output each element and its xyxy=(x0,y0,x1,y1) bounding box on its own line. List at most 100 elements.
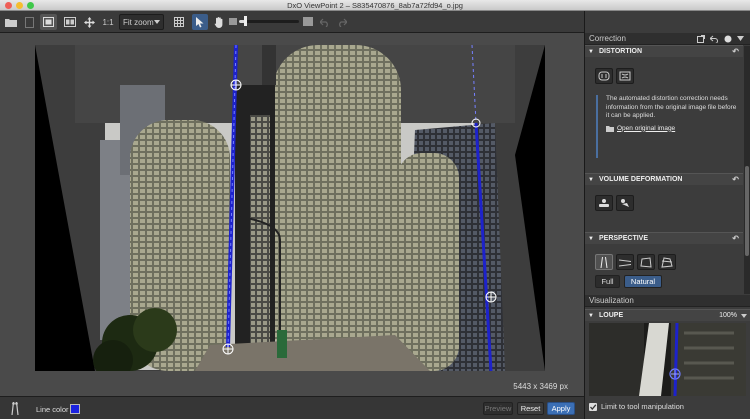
perspective-full-button[interactable]: Full xyxy=(595,275,620,288)
reset-all-icon[interactable] xyxy=(710,35,718,43)
preview-button[interactable]: Preview xyxy=(483,402,513,415)
open-folder-button[interactable] xyxy=(4,14,18,30)
expand-triangle-icon: ▼ xyxy=(588,236,594,242)
undo-icon xyxy=(320,18,328,27)
photo-preview[interactable] xyxy=(35,45,545,371)
visualization-panel-header: Visualization xyxy=(585,295,750,307)
window-title: DxO ViewPoint 2 – S835470876_8ab7a72fd94… xyxy=(287,1,463,10)
detach-icon[interactable] xyxy=(697,35,705,43)
split-view-button[interactable] xyxy=(61,14,78,30)
perspective-natural-button[interactable]: Natural xyxy=(624,275,662,288)
distortion-message: The automated distortion correction need… xyxy=(606,95,737,119)
grid-button[interactable] xyxy=(172,14,186,30)
photo-illustration xyxy=(35,45,545,371)
guide-handle-bottom-right[interactable] xyxy=(485,291,497,303)
eight-point-icon xyxy=(661,256,673,268)
volume-title: VOLUME DEFORMATION xyxy=(599,176,683,183)
apply-button[interactable]: Apply xyxy=(547,402,575,415)
select-tool-button[interactable] xyxy=(192,14,208,30)
distortion-fisheye-button[interactable] xyxy=(616,68,634,84)
reset-button[interactable]: Reset xyxy=(517,402,544,415)
loupe-zoom-value[interactable]: 100% xyxy=(719,310,737,322)
correction-panel: Correction ▼ DISTORTION ↶ The automated … xyxy=(584,11,750,419)
chevron-down-icon[interactable] xyxy=(741,314,747,318)
barrel-distortion-icon xyxy=(598,71,610,81)
rectangle-icon xyxy=(640,256,652,268)
redo-button[interactable] xyxy=(336,14,348,30)
move-button[interactable] xyxy=(82,14,96,30)
zoom-value: Fit zoom xyxy=(123,17,154,27)
perspective-tool-icon xyxy=(11,402,19,415)
distortion-section-header[interactable]: ▼ DISTORTION ↶ xyxy=(585,45,743,57)
expand-triangle-icon: ▼ xyxy=(588,49,594,55)
panel-scrollbar-thumb[interactable] xyxy=(745,166,749,256)
chevron-down-icon xyxy=(154,20,160,24)
fisheye-icon xyxy=(619,71,631,81)
volume-undo-icon[interactable]: ↶ xyxy=(732,174,739,186)
folder-icon xyxy=(5,19,17,27)
zoom-slider-thumb[interactable] xyxy=(244,16,247,26)
distortion-title: DISTORTION xyxy=(599,48,643,55)
image-dimensions: 5443 x 3469 px xyxy=(513,382,568,391)
perspective-horizontal-button[interactable] xyxy=(616,254,634,270)
distortion-barrel-button[interactable] xyxy=(595,68,613,84)
zoom-slider[interactable] xyxy=(239,16,299,26)
window-titlebar: DxO ViewPoint 2 – S835470876_8ab7a72fd94… xyxy=(0,0,750,11)
large-image-icon xyxy=(303,17,313,26)
volume-horizontal-button[interactable] xyxy=(595,195,613,211)
single-view-button[interactable] xyxy=(40,14,57,30)
grid-icon xyxy=(174,17,184,27)
zoom-select[interactable]: Fit zoom xyxy=(119,14,164,30)
vertical-lines-icon xyxy=(600,256,608,268)
bottom-bar: Line color Preview Reset Apply xyxy=(0,396,584,419)
expand-triangle-icon: ▼ xyxy=(588,313,594,319)
person-horizontal-icon xyxy=(599,199,609,207)
guide-handle-bottom-left[interactable] xyxy=(222,343,234,355)
checkmark-icon xyxy=(590,404,597,410)
person-diagonal-icon xyxy=(621,199,629,207)
expand-triangle-icon: ▼ xyxy=(588,177,594,183)
horizontal-lines-icon xyxy=(619,259,631,266)
image-canvas[interactable]: 5443 x 3469 px xyxy=(0,33,584,396)
line-color-swatch[interactable] xyxy=(70,404,80,414)
open-original-link[interactable]: Open original image xyxy=(617,125,675,134)
perspective-undo-icon[interactable]: ↶ xyxy=(732,233,739,245)
single-view-icon xyxy=(43,17,54,27)
redo-icon xyxy=(339,18,347,27)
folder-icon xyxy=(606,126,614,133)
visualization-title: Visualization xyxy=(589,296,634,305)
limit-label: Limit to tool manipulation xyxy=(601,402,684,411)
perspective-title: PERSPECTIVE xyxy=(599,235,649,242)
correction-title: Correction xyxy=(589,34,626,43)
loupe-view[interactable] xyxy=(589,323,746,396)
perspective-vertical-button[interactable] xyxy=(595,254,613,270)
hand-tool-button[interactable] xyxy=(212,14,226,30)
volume-section-header[interactable]: ▼ VOLUME DEFORMATION ↶ xyxy=(585,173,743,185)
undo-button[interactable] xyxy=(319,14,331,30)
loupe-section-header[interactable]: ▼ LOUPE 100% xyxy=(585,309,750,321)
perspective-rectangle-button[interactable] xyxy=(637,254,655,270)
page-icon xyxy=(24,16,34,28)
distortion-undo-icon[interactable]: ↶ xyxy=(732,46,739,58)
limit-checkbox[interactable] xyxy=(589,403,597,411)
guide-handle-top-left[interactable] xyxy=(230,79,242,91)
loupe-title: LOUPE xyxy=(599,312,624,319)
move-arrows-icon xyxy=(83,16,95,28)
hand-icon xyxy=(214,16,223,28)
split-view-icon xyxy=(63,17,76,27)
one-to-one-button[interactable]: 1:1 xyxy=(100,14,116,30)
correction-panel-header: Correction xyxy=(585,33,750,45)
toggle-icon[interactable] xyxy=(724,35,732,43)
perspective-section-header[interactable]: ▼ PERSPECTIVE ↶ xyxy=(585,232,743,244)
panel-collapse-icon[interactable] xyxy=(737,36,744,41)
small-image-icon xyxy=(229,18,237,25)
pointer-icon xyxy=(196,16,204,27)
open-original-link-row[interactable]: Open original image xyxy=(606,125,741,134)
info-button[interactable] xyxy=(22,14,36,30)
line-color-label: Line color xyxy=(36,405,69,414)
main-toolbar: 1:1 Fit zoom xyxy=(0,11,584,33)
panel-scrollbar[interactable] xyxy=(744,46,750,294)
volume-diagonal-button[interactable] xyxy=(616,195,634,211)
perspective-eight-point-button[interactable] xyxy=(658,254,676,270)
distortion-info-note: The automated distortion correction need… xyxy=(596,95,741,158)
